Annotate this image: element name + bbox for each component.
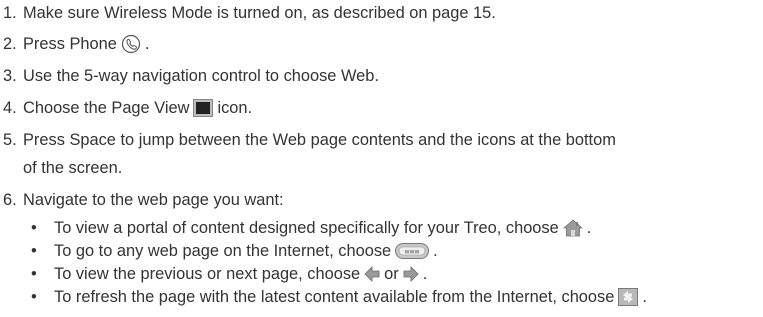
step-3: 3. Use the 5-way navigation control to c… [3,65,379,87]
bullet-symbol: • [31,241,37,260]
bullet-portal: • To view a portal of content designed s… [23,217,591,239]
step-number: 1. [3,3,17,22]
step-text-end: . [144,34,150,53]
step-text: Press Phone [23,34,117,53]
phone-key-icon [121,34,141,54]
step-4: 4. Choose the Page View icon. [3,97,252,119]
step-text: Choose the Page View [23,98,190,117]
step-text: Use the 5-way navigation control to choo… [23,66,379,85]
bullet-text: To view a portal of content designed spe… [54,218,559,237]
svg-text:www: www [405,249,420,256]
step-6: 6. Navigate to the web page you want: [3,189,284,211]
refresh-icon [618,288,639,306]
bullet-symbol: • [31,218,37,237]
step-text-end: icon. [217,98,253,117]
bullet-refresh: • To refresh the page with the latest co… [23,286,647,308]
bullet-text-end: . [422,264,428,283]
bullet-symbol: • [31,287,37,306]
bullet-text-end: . [642,287,647,306]
bullet-text: To view the previous or next page, choos… [54,264,361,283]
step-text-continued: of the screen. [23,158,123,177]
step-number: 5. [3,130,17,149]
step-1: 1. Make sure Wireless Mode is turned on,… [3,2,496,24]
bullet-text: To refresh the page with the latest cont… [54,287,615,306]
page-view-icon [193,99,214,117]
step-text: Press Space to jump between the Web page… [23,130,616,149]
bullet-text-end: . [433,241,438,260]
step-2: 2. Press Phone . [3,33,149,55]
home-icon [562,219,583,237]
step-number: 4. [3,98,17,117]
bullet-symbol: • [31,264,37,283]
bullet-prev-next: • To view the previous or next page, cho… [23,263,427,285]
step-number: 6. [3,190,17,209]
step-text: Navigate to the web page you want: [23,190,284,209]
bullet-go-to-page: • To go to any web page on the Internet,… [23,240,438,262]
prev-next-separator: or [384,264,399,283]
step-5-continuation: of the screen. [23,157,122,179]
www-icon: www [395,243,430,259]
step-5: 5. Press Space to jump between the Web p… [3,129,616,151]
step-number: 2. [3,34,17,53]
step-text: Make sure Wireless Mode is turned on, as… [23,3,496,22]
step-number: 3. [3,66,17,85]
back-arrow-icon [364,266,380,282]
forward-arrow-icon [403,266,419,282]
bullet-text-end: . [586,218,592,237]
bullet-text: To go to any web page on the Internet, c… [54,241,392,260]
